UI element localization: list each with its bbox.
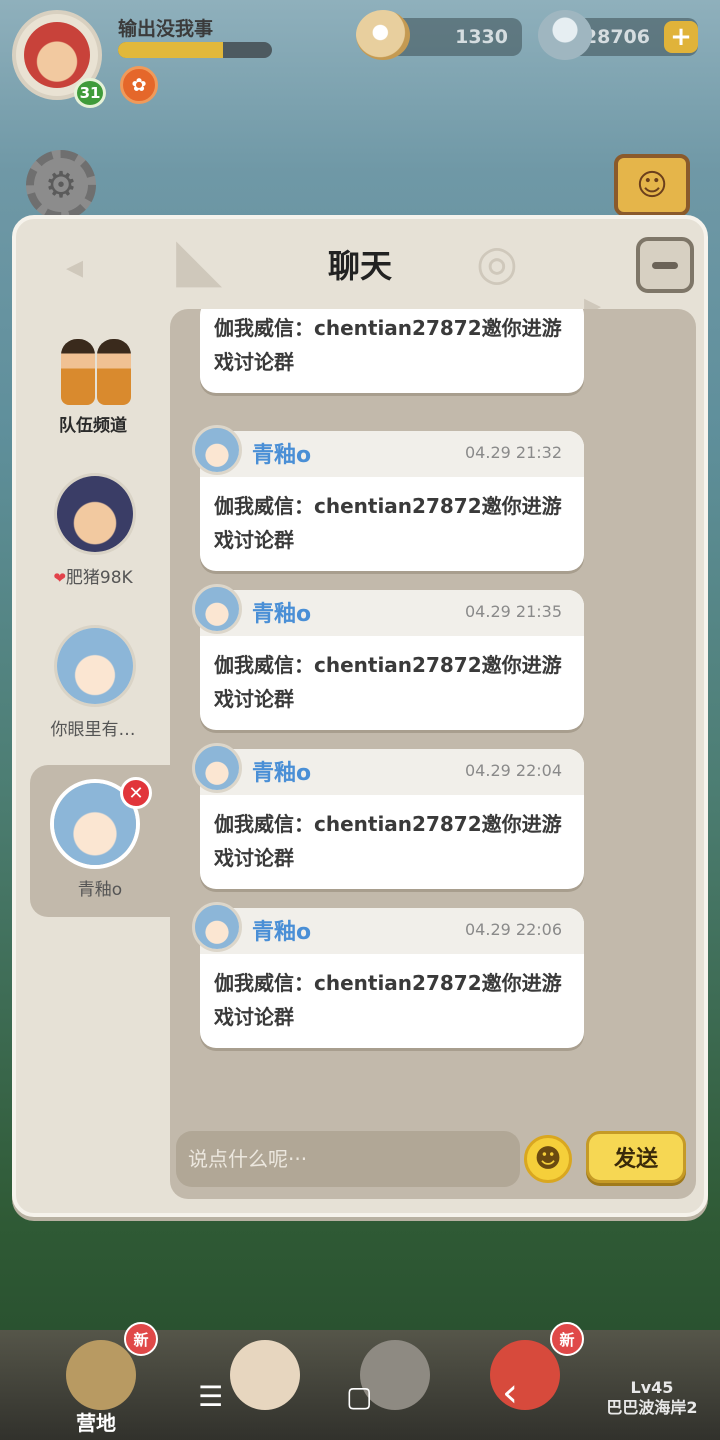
chat-message: 青釉o 04.29 21:35 伽我威信：chentian27872邀你进游戏讨… [192, 584, 584, 730]
heart-icon: ❤ [53, 569, 66, 587]
locked-stage[interactable]: Lv45 巴巴波海岸2 [596, 1378, 708, 1418]
buff-icon[interactable]: ✿ [120, 66, 158, 104]
sidebar-item-friend-niyanli[interactable]: 你眼里有… [16, 613, 170, 765]
chat-message-header: 青釉o 04.29 21:35 [192, 584, 584, 636]
chat-message-sender[interactable]: 青釉o [252, 755, 311, 787]
avatar[interactable] [192, 743, 242, 793]
lock-stage-name: 巴巴波海岸2 [606, 1398, 698, 1417]
chat-message-header: 青釉o 04.29 22:04 [192, 743, 584, 795]
chat-message-text: 伽我威信：chentian27872邀你进游戏讨论群 [214, 971, 562, 1029]
player-avatar-face [24, 22, 90, 88]
avatar [54, 625, 136, 707]
caveman-figure [97, 339, 131, 405]
avatar[interactable] [192, 425, 242, 475]
system-back-button[interactable]: ‹ [502, 1370, 518, 1416]
chat-message: 伽我威信：chentian27872邀你进游戏讨论群 [200, 309, 584, 393]
nav-pet[interactable]: 新 [460, 1322, 584, 1440]
settings-gear-icon[interactable]: ⚙ [26, 150, 96, 220]
chat-message-time: 04.29 22:04 [465, 761, 562, 780]
chat-panel: ◂ ◣ ◎ ▸ 聊天 队伍频道 ❤肥猪98K 你眼里有… ✕ 青釉o 伽我威信：… [12, 215, 708, 1217]
pearl-icon [356, 10, 410, 60]
character-icon [230, 1340, 300, 1410]
remove-conversation-button[interactable]: ✕ [120, 777, 152, 809]
nav-camp[interactable]: 新 营地 [36, 1322, 158, 1440]
chat-input[interactable] [176, 1131, 520, 1187]
player-name: 输出没我事 [118, 18, 214, 40]
avatar[interactable] [192, 584, 242, 634]
message-list[interactable]: 伽我威信：chentian27872邀你进游戏讨论群 青釉o 04.29 21:… [170, 309, 696, 1119]
chat-message: 青釉o 04.29 21:32 伽我威信：chentian27872邀你进游戏讨… [192, 425, 584, 571]
sidebar-item-friend-feizhu[interactable]: ❤肥猪98K [16, 461, 170, 613]
nav-camp-label: 营地 [76, 1411, 116, 1435]
chat-message-text: 伽我威信：chentian27872邀你进游戏讨论群 [214, 812, 562, 870]
system-menu-button[interactable]: ☰ [198, 1380, 223, 1413]
close-panel-button[interactable] [636, 237, 694, 293]
new-badge: 新 [124, 1322, 158, 1356]
avatar[interactable] [192, 902, 242, 952]
caveman-figure [61, 339, 95, 405]
chat-message: 青釉o 04.29 22:06 伽我威信：chentian27872邀你进游戏讨… [192, 902, 584, 1048]
sidebar-item-label: 青釉o [77, 880, 123, 900]
exp-bar-fill [118, 42, 223, 58]
chat-message-text: 伽我威信：chentian27872邀你进游戏讨论群 [214, 494, 562, 552]
chat-message-header: 青釉o 04.29 22:06 [192, 902, 584, 954]
shell-icon [538, 10, 592, 60]
add-currency-button[interactable]: + [664, 21, 698, 53]
sidebar-item-team-channel[interactable]: 队伍频道 [16, 309, 170, 461]
camp-icon [66, 1340, 136, 1410]
chat-title: 聊天 [327, 247, 392, 285]
lock-level: Lv45 [630, 1378, 674, 1397]
player-level-badge: 31 [74, 78, 106, 108]
chat-message-time: 04.29 21:32 [465, 443, 562, 462]
chat-message-sender[interactable]: 青釉o [252, 914, 311, 946]
minus-icon [652, 261, 678, 269]
system-home-button[interactable]: ▢ [346, 1380, 372, 1413]
chat-message-header: 青釉o 04.29 21:32 [192, 425, 584, 477]
avatar [54, 473, 136, 555]
pet-icon [490, 1340, 560, 1410]
chat-message-text: 伽我威信：chentian27872邀你进游戏讨论群 [214, 316, 562, 374]
sidebar-item-label: 你眼里有… [50, 720, 136, 740]
new-badge: 新 [550, 1322, 584, 1356]
chat-message: 青釉o 04.29 22:04 伽我威信：chentian27872邀你进游戏讨… [192, 743, 584, 889]
send-button[interactable]: 发送 [586, 1131, 686, 1183]
top-hud: 31 输出没我事 ✿ 1330 28706 + [0, 0, 720, 120]
sidebar-item-friend-qingyou-active[interactable]: ✕ 青釉o [30, 765, 170, 917]
emoji-button[interactable]: ☻ [524, 1135, 572, 1183]
chat-message-sender[interactable]: 青釉o [252, 437, 311, 469]
message-area: 伽我威信：chentian27872邀你进游戏讨论群 青釉o 04.29 21:… [170, 309, 696, 1199]
team-channel-icon [56, 325, 136, 405]
diary-icon[interactable]: ☺ [614, 154, 690, 216]
chat-message-text: 伽我威信：chentian27872邀你进游戏讨论群 [214, 653, 562, 711]
chat-message-time: 04.29 21:35 [465, 602, 562, 621]
chat-message-sender[interactable]: 青釉o [252, 596, 311, 628]
sidebar-item-label: 队伍频道 [59, 416, 127, 436]
sidebar-item-label: ❤肥猪98K [53, 568, 133, 588]
exp-bar [118, 42, 272, 58]
chat-message-time: 04.29 22:06 [465, 920, 562, 939]
chat-channel-sidebar: 队伍频道 ❤肥猪98K 你眼里有… ✕ 青釉o [16, 309, 170, 917]
